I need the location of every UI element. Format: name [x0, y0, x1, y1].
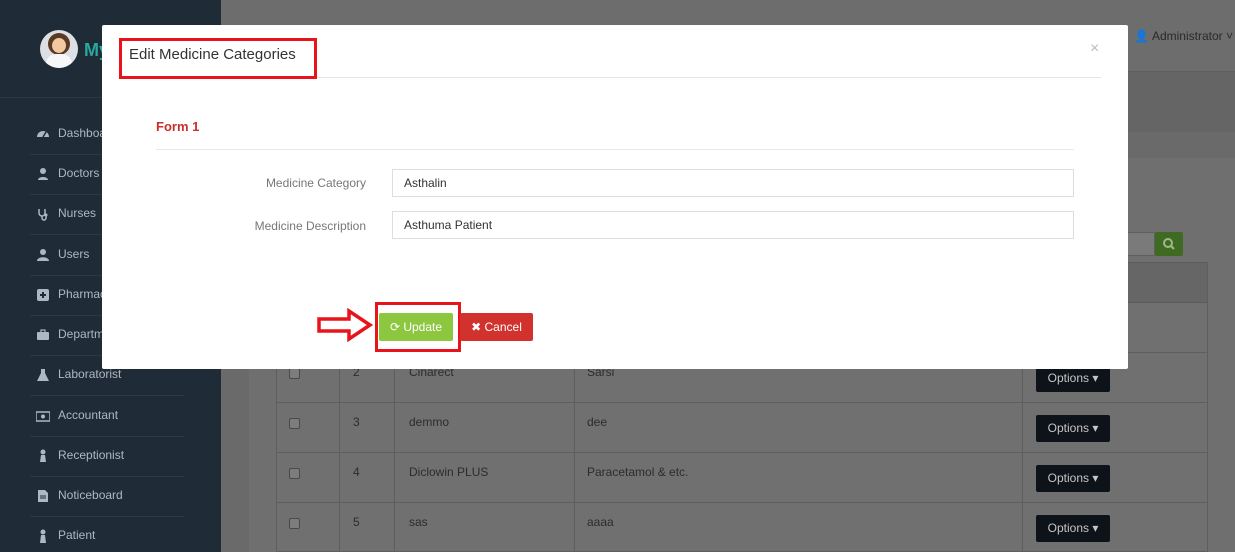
- search-button[interactable]: [1155, 232, 1183, 256]
- sidebar-item-label: Doctors: [58, 166, 100, 180]
- form-heading: Form 1: [156, 119, 200, 134]
- options-button[interactable]: Options ▾: [1036, 415, 1110, 442]
- doctor-avatar-icon: [40, 30, 78, 68]
- sidebar-item-label: Users: [58, 247, 90, 261]
- user-female-icon: [40, 449, 46, 462]
- edit-medicine-category-modal: Edit Medicine Categories × Form 1 Medici…: [102, 25, 1128, 369]
- row-checkbox[interactable]: [289, 418, 300, 429]
- sidebar-item-label: Noticeboard: [58, 488, 123, 502]
- options-button[interactable]: Options ▾: [1036, 465, 1110, 492]
- sidebar-item-accountant[interactable]: Accountant: [30, 397, 184, 437]
- row-description: Paracetamol & etc.: [587, 465, 689, 479]
- title-highlight-box: [119, 38, 317, 79]
- medicine-description-input[interactable]: [392, 211, 1074, 239]
- sidebar-item-noticeboard[interactable]: Noticeboard: [30, 477, 184, 517]
- row-name: demmo: [409, 415, 450, 429]
- refresh-icon: ⟳: [389, 320, 400, 334]
- admin-menu[interactable]: 👤 Administrator ˅: [1134, 29, 1233, 43]
- user-md-icon: [38, 168, 48, 180]
- sidebar-item-label: Patient: [58, 528, 96, 542]
- form-divider: [156, 149, 1074, 150]
- row-number: 4: [353, 465, 360, 479]
- options-button[interactable]: Options ▾: [1036, 515, 1110, 542]
- plus-square-icon: [37, 289, 49, 301]
- row-number: 3: [353, 415, 360, 429]
- sidebar-item-label: Accountant: [58, 408, 119, 422]
- row-number: 5: [353, 515, 360, 529]
- sidebar-item-label: Nurses: [58, 206, 97, 220]
- row-description: aaaa: [587, 515, 614, 529]
- medicine-description-label: Medicine Description: [254, 219, 366, 233]
- user-icon: [37, 249, 49, 261]
- row-checkbox[interactable]: [289, 368, 300, 379]
- update-button[interactable]: ⟳ Update: [379, 313, 453, 341]
- row-description: dee: [587, 415, 608, 429]
- file-icon: [38, 490, 48, 502]
- dashboard-icon: [37, 131, 49, 138]
- table-row: 5 sas aaaa Options ▾: [277, 503, 1207, 552]
- medicine-category-label: Medicine Category: [265, 176, 366, 190]
- arrow-right-annotation-icon: [317, 308, 374, 342]
- stethoscope-icon: [38, 209, 48, 221]
- cancel-button[interactable]: ✖ Cancel: [460, 313, 533, 341]
- close-icon[interactable]: ×: [1090, 41, 1099, 57]
- table-row: 3 demmo dee Options ▾: [277, 403, 1207, 453]
- row-name: Diclowin PLUS: [409, 465, 489, 479]
- sidebar-item-label: Laboratorist: [58, 367, 122, 381]
- briefcase-icon: [37, 329, 49, 340]
- user-patient-icon: [40, 529, 46, 543]
- money-icon: [36, 411, 50, 422]
- sidebar-item-patient[interactable]: Patient: [30, 517, 184, 552]
- user-icon: 👤: [1134, 29, 1150, 43]
- row-checkbox[interactable]: [289, 518, 300, 529]
- medicine-category-input[interactable]: [392, 169, 1074, 197]
- close-x-icon: ✖: [471, 320, 482, 334]
- sidebar-item-label: Receptionist: [58, 448, 125, 462]
- flask-icon: [37, 369, 49, 381]
- chevron-down-icon: ˅: [1225, 29, 1233, 43]
- sidebar-item-receptionist[interactable]: Receptionist: [30, 437, 184, 477]
- row-name: sas: [409, 515, 428, 529]
- admin-name: Administrator: [1151, 29, 1223, 43]
- table-row: 4 Diclowin PLUS Paracetamol & etc. Optio…: [277, 453, 1207, 503]
- search-icon: [1163, 238, 1175, 250]
- options-button[interactable]: Options ▾: [1036, 365, 1110, 392]
- row-checkbox[interactable]: [289, 468, 300, 479]
